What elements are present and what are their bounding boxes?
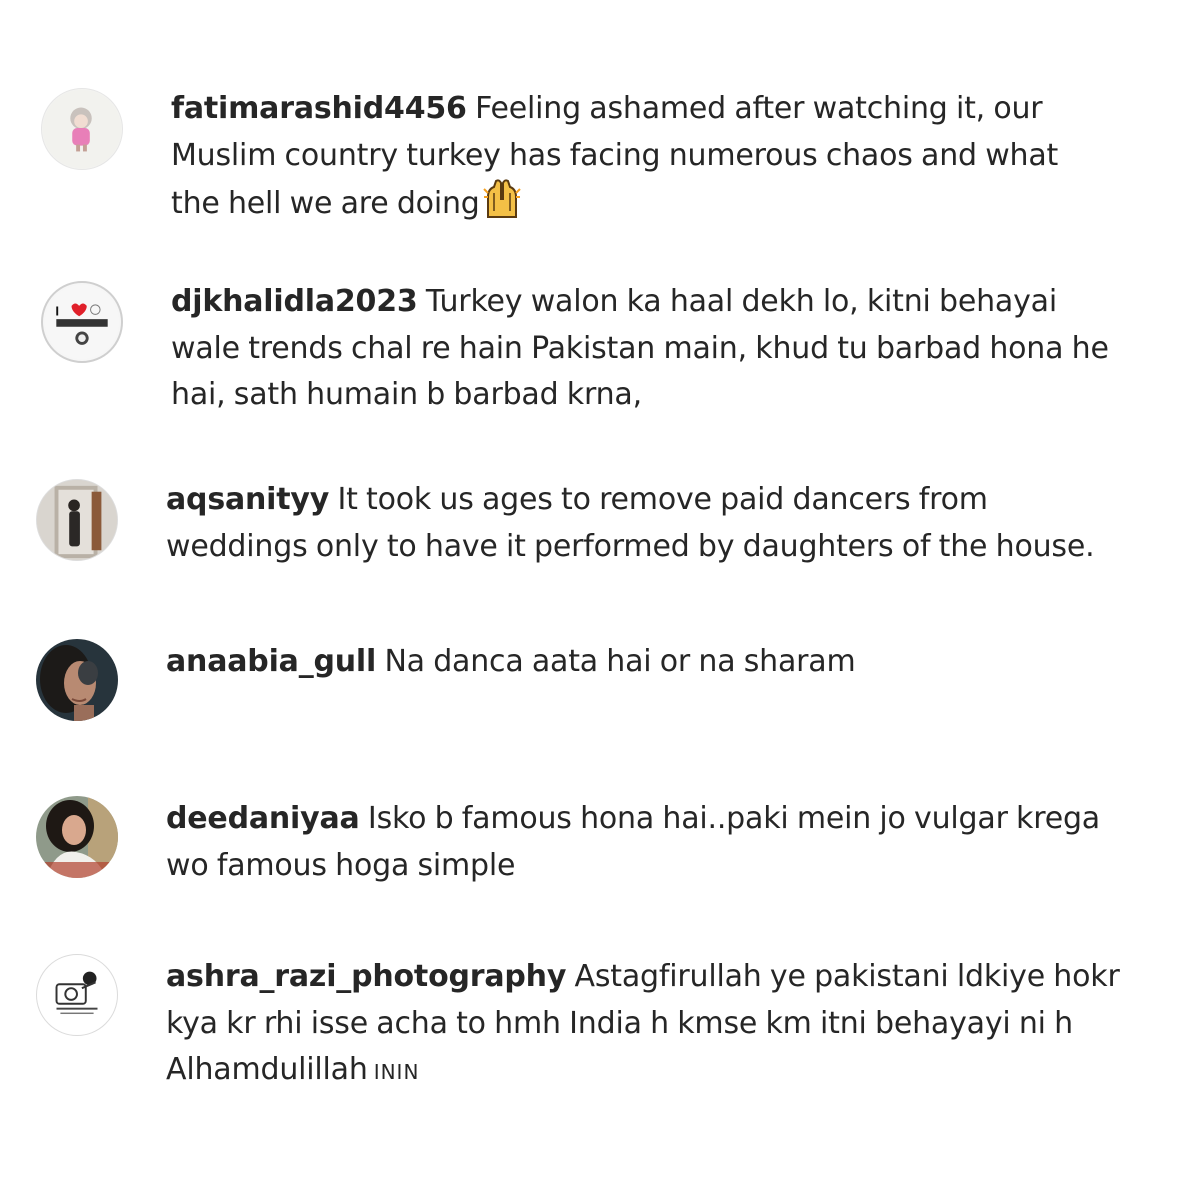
i-love-logo-avatar[interactable]: I xyxy=(41,281,123,363)
comment-line: Alhamdulillah xyxy=(166,1052,368,1087)
portrait-photo-avatar[interactable] xyxy=(36,796,118,878)
comment-line: Isko b famous hona hai..paki mein jo vul… xyxy=(367,801,1100,836)
portrait-photo-avatar[interactable] xyxy=(36,639,118,721)
comment-line: Na danca aata hai or na sharam xyxy=(384,644,856,679)
mirror-selfie-avatar[interactable] xyxy=(36,479,118,561)
avatar-letter: I xyxy=(55,303,59,318)
comment-line: hai, sath humain b barbad krna, xyxy=(171,377,642,412)
comment-username[interactable]: fatimarashid4456 xyxy=(171,91,467,126)
comment-username[interactable]: anaabia_gull xyxy=(166,644,376,679)
comment-trailing-text: ININ xyxy=(373,1060,420,1084)
comment-line: Turkey walon ka haal dekh lo, kitni beha… xyxy=(425,284,1057,319)
comment-line: It took us ages to remove paid dancers f… xyxy=(337,482,988,517)
comment-line: weddings only to have it performed by da… xyxy=(166,528,1095,564)
comment-username[interactable]: deedaniyaa xyxy=(166,801,360,836)
cartoon-girl-avatar[interactable] xyxy=(41,88,123,170)
comment-line: wale trends chal re hain Pakistan main, … xyxy=(171,330,1109,366)
comment-username[interactable]: aqsanityy xyxy=(166,482,329,517)
comment-line: Astagfirullah ye pakistani ldkiye hokr xyxy=(574,959,1120,994)
comment-line: kya kr rhi isse acha to hmh India h kmse… xyxy=(166,1005,1073,1041)
comment-text: djkhalidla2023 Turkey walon ka haal dekh… xyxy=(171,279,1109,419)
comment-text: deedaniyaa Isko b famous hona hai..paki … xyxy=(166,796,1100,889)
comment-line: Feeling ashamed after watching it, our xyxy=(475,91,1043,126)
comment-line: wo famous hoga simple xyxy=(166,847,516,883)
comment-text: fatimarashid4456 Feeling ashamed after w… xyxy=(171,86,1058,228)
comment-text: aqsanityy It took us ages to remove paid… xyxy=(166,477,1095,570)
photography-logo-avatar[interactable] xyxy=(36,954,118,1036)
comment-username[interactable]: ashra_razi_photography xyxy=(166,959,566,994)
comment-line: Muslim country turkey has facing numerou… xyxy=(171,137,1059,173)
raising-hands-emoji xyxy=(482,179,524,219)
comment-text: anaabia_gull Na danca aata hai or na sha… xyxy=(166,639,856,686)
comment-username[interactable]: djkhalidla2023 xyxy=(171,284,418,319)
comment-text: ashra_razi_photography Astagfirullah ye … xyxy=(166,954,1120,1096)
comment-line: the hell we are doing xyxy=(171,186,480,221)
